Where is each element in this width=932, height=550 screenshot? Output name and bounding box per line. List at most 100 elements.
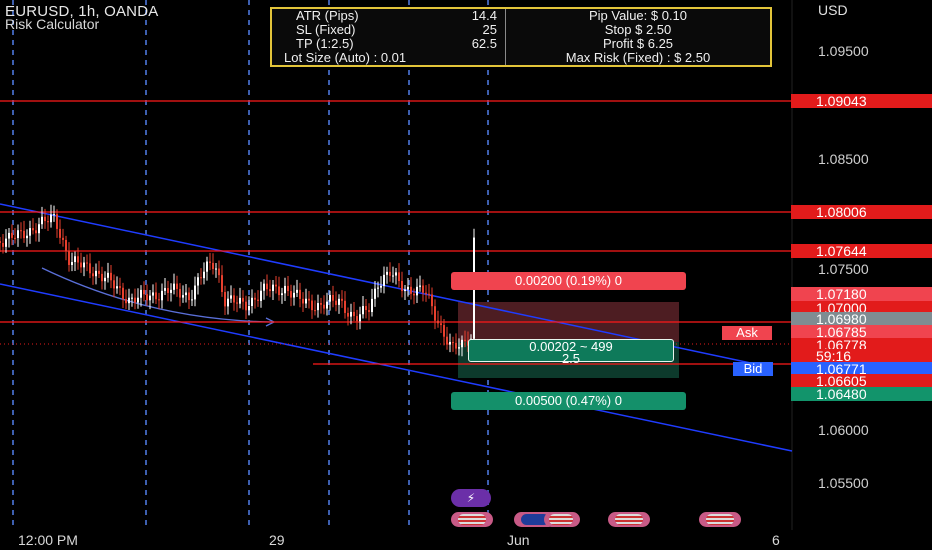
candle-body <box>449 341 451 345</box>
bid-label[interactable]: Bid <box>733 362 773 376</box>
candle-body <box>131 297 133 299</box>
candle-body <box>74 256 76 263</box>
candle-body <box>203 271 205 279</box>
candle-body <box>323 304 325 309</box>
candle-body <box>29 228 31 236</box>
price-label[interactable]: 1.07644 <box>791 244 932 258</box>
candle-body <box>326 301 328 309</box>
price-label[interactable]: 1.06480 <box>791 387 932 401</box>
info-value: 14.4 <box>414 9 506 23</box>
candle-body <box>26 235 28 239</box>
candle-body <box>35 230 37 234</box>
time-label: 6 <box>772 532 780 548</box>
candle-body <box>377 287 379 289</box>
candle-body <box>62 237 64 240</box>
indicator-name[interactable]: Risk Calculator <box>5 16 99 32</box>
candle-body <box>317 303 319 311</box>
candle-body <box>149 295 151 301</box>
candle-body <box>365 306 367 311</box>
candle-body <box>116 286 118 289</box>
info-row-sl: SL (Fixed) 25 Stop $ 2.50 <box>272 23 770 37</box>
candle-body <box>2 243 4 247</box>
stop-measure-label[interactable]: 0.00500 (0.47%) 0 <box>451 392 686 410</box>
candle-body <box>461 339 463 348</box>
candle-body <box>140 289 142 298</box>
candle-body <box>386 271 388 275</box>
us-flag-icon[interactable] <box>699 512 741 527</box>
candle-body <box>179 288 181 298</box>
candle-body <box>170 289 172 293</box>
candle-body <box>272 284 274 292</box>
candle-body <box>248 306 250 311</box>
candle-body <box>332 295 334 301</box>
candle-body <box>251 297 253 307</box>
candle-body <box>245 301 247 311</box>
candle-body <box>425 292 427 294</box>
candle-body <box>227 298 229 307</box>
price-label[interactable]: 1.09043 <box>791 94 932 108</box>
candle-body <box>440 323 442 326</box>
candle-body <box>398 272 400 282</box>
candle-body <box>155 292 157 300</box>
candle-body <box>242 297 244 302</box>
info-row-lot: Lot Size (Auto) : 0.01 Max Risk (Fixed) … <box>272 51 770 65</box>
price-label[interactable]: 1.07180 <box>791 287 932 301</box>
candle-body <box>404 289 406 292</box>
ask-label[interactable]: Ask <box>722 326 772 340</box>
target-measure-label[interactable]: 0.00200 (0.19%) 0 <box>451 272 686 290</box>
candle-body <box>65 239 67 252</box>
time-label: Jun <box>507 532 530 548</box>
candle-body <box>392 275 394 277</box>
us-flag-icon[interactable] <box>608 512 650 527</box>
candle-body <box>344 300 346 313</box>
candle-body <box>236 302 238 304</box>
candle-body <box>230 295 232 299</box>
candle-body <box>284 285 286 294</box>
lightning-icon[interactable]: ⚡ <box>451 489 491 507</box>
candle-body <box>5 238 7 247</box>
price-tick: 1.09500 <box>818 43 869 59</box>
candle-body <box>176 283 178 289</box>
candle-body <box>80 262 82 268</box>
candle-body <box>239 297 241 304</box>
candle-body <box>350 311 352 317</box>
info-label: SL (Fixed) <box>296 22 356 37</box>
candle-body <box>434 306 436 321</box>
position-center-label[interactable]: 0.00202 ~ 499 2.5 <box>468 339 674 365</box>
us-flag-icon[interactable] <box>544 512 580 527</box>
candle-body <box>53 214 55 216</box>
candle-body <box>443 325 445 337</box>
candle-body <box>458 347 460 349</box>
price-label[interactable]: 1.08006 <box>791 205 932 219</box>
info-row-tp: TP (1:2.5) 62.5 Profit $ 6.25 <box>272 37 770 51</box>
risk-info-table: ATR (Pips) 14.4 Pip Value: $ 0.10 SL (Fi… <box>270 7 772 67</box>
candle-body <box>215 268 217 270</box>
candle-body <box>158 299 160 301</box>
price-tick: 1.06000 <box>818 422 869 438</box>
info-label: TP (1:2.5) <box>296 36 354 51</box>
candle-body <box>119 286 121 288</box>
candle-body <box>428 293 430 295</box>
price-tick: 1.07500 <box>818 261 869 277</box>
currency-label[interactable]: USD <box>818 2 848 18</box>
candle-body <box>431 294 433 307</box>
candle-body <box>302 298 304 304</box>
candle-body <box>368 310 370 313</box>
candle-body <box>353 311 355 317</box>
candle-body <box>98 270 100 274</box>
price-tick: 1.08500 <box>818 151 869 167</box>
candle-body <box>452 341 454 343</box>
candle-body <box>374 288 376 299</box>
candle-body <box>269 289 271 292</box>
candle-body <box>221 275 223 293</box>
candle-body <box>77 256 79 263</box>
candle-body <box>206 261 208 272</box>
info-right: Profit $ 6.25 <box>602 36 674 51</box>
candle-body <box>89 263 91 274</box>
candle-body <box>224 292 226 307</box>
time-label: 12:00 PM <box>18 532 78 548</box>
candle-body <box>134 297 136 303</box>
candle-body <box>107 272 109 278</box>
candle-body <box>32 228 34 231</box>
us-flag-icon[interactable] <box>451 512 493 527</box>
